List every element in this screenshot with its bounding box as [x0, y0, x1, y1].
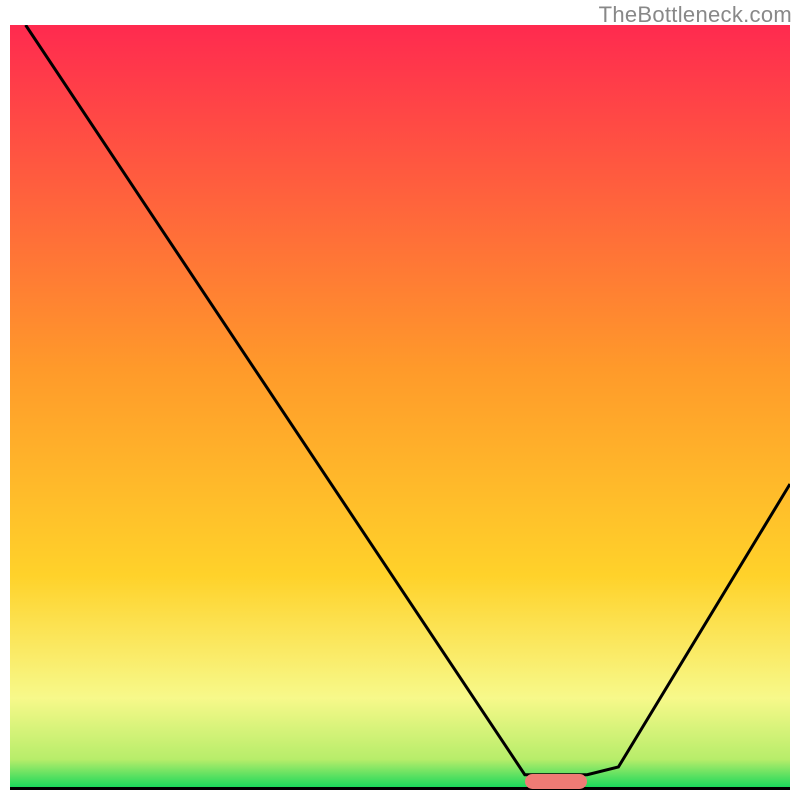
bottleneck-plot	[10, 25, 790, 790]
x-axis-line	[10, 787, 790, 790]
optimal-marker	[525, 774, 587, 789]
gradient-background	[10, 25, 790, 790]
watermark-label: TheBottleneck.com	[599, 2, 792, 28]
